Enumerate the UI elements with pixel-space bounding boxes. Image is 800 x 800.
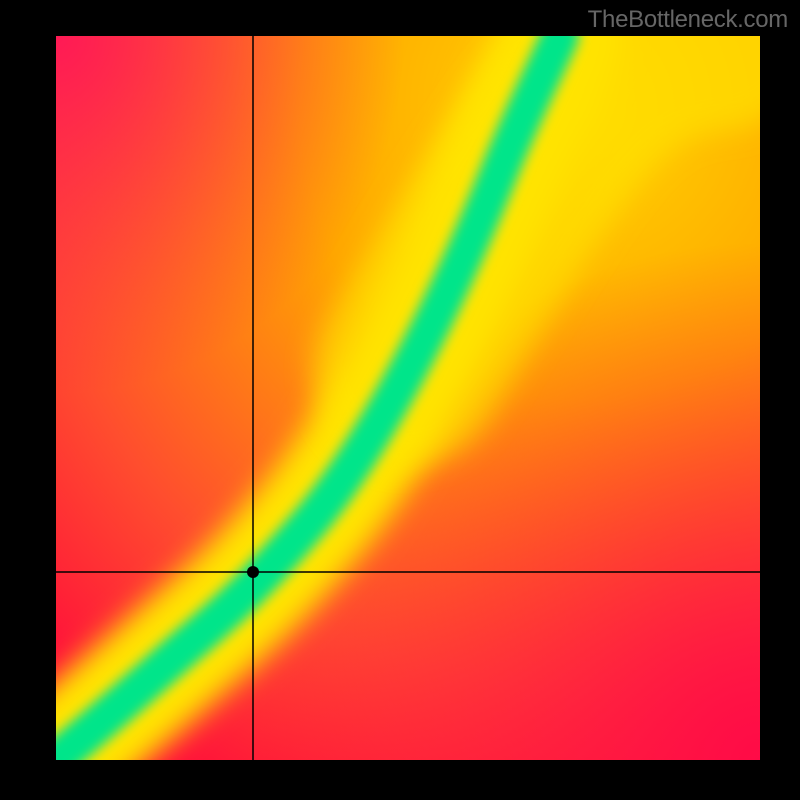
plot-area xyxy=(56,36,760,760)
heatmap-svg xyxy=(0,0,800,800)
marker-dot xyxy=(247,566,259,578)
chart-container: TheBottleneck.com xyxy=(0,0,800,800)
watermark-text: TheBottleneck.com xyxy=(588,6,788,34)
